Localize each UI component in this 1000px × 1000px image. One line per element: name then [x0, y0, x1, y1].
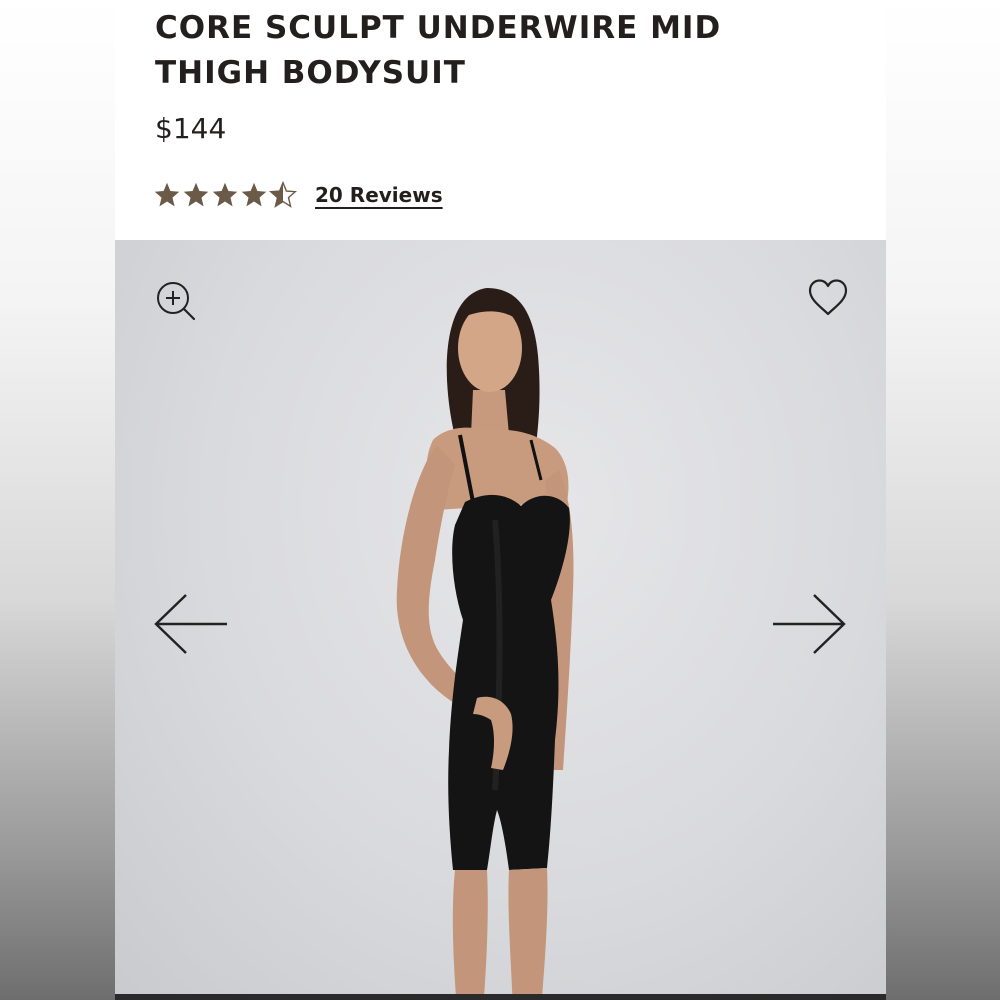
star-rating [153, 181, 297, 209]
star-half-icon [269, 181, 297, 209]
star-full-icon [211, 181, 239, 209]
product-info: CORE SCULPT UNDERWIRE MID THIGH BODYSUIT… [115, 0, 886, 240]
zoom-in-icon[interactable] [155, 280, 197, 322]
gallery-bottom-edge [115, 994, 886, 1000]
reviews-link[interactable]: 20 Reviews [315, 183, 443, 207]
star-full-icon [153, 181, 181, 209]
product-price: $144 [155, 112, 227, 145]
product-rating: 20 Reviews [153, 179, 443, 211]
heart-icon[interactable] [807, 278, 849, 318]
arrow-left-icon[interactable] [153, 592, 229, 656]
star-full-icon [182, 181, 210, 209]
product-image-gallery[interactable] [115, 240, 886, 1000]
product-title: CORE SCULPT UNDERWIRE MID THIGH BODYSUIT [155, 10, 722, 91]
product-card: CORE SCULPT UNDERWIRE MID THIGH BODYSUIT… [115, 0, 886, 1000]
product-photo [396, 288, 574, 1000]
star-full-icon [240, 181, 268, 209]
arrow-right-icon[interactable] [771, 592, 847, 656]
